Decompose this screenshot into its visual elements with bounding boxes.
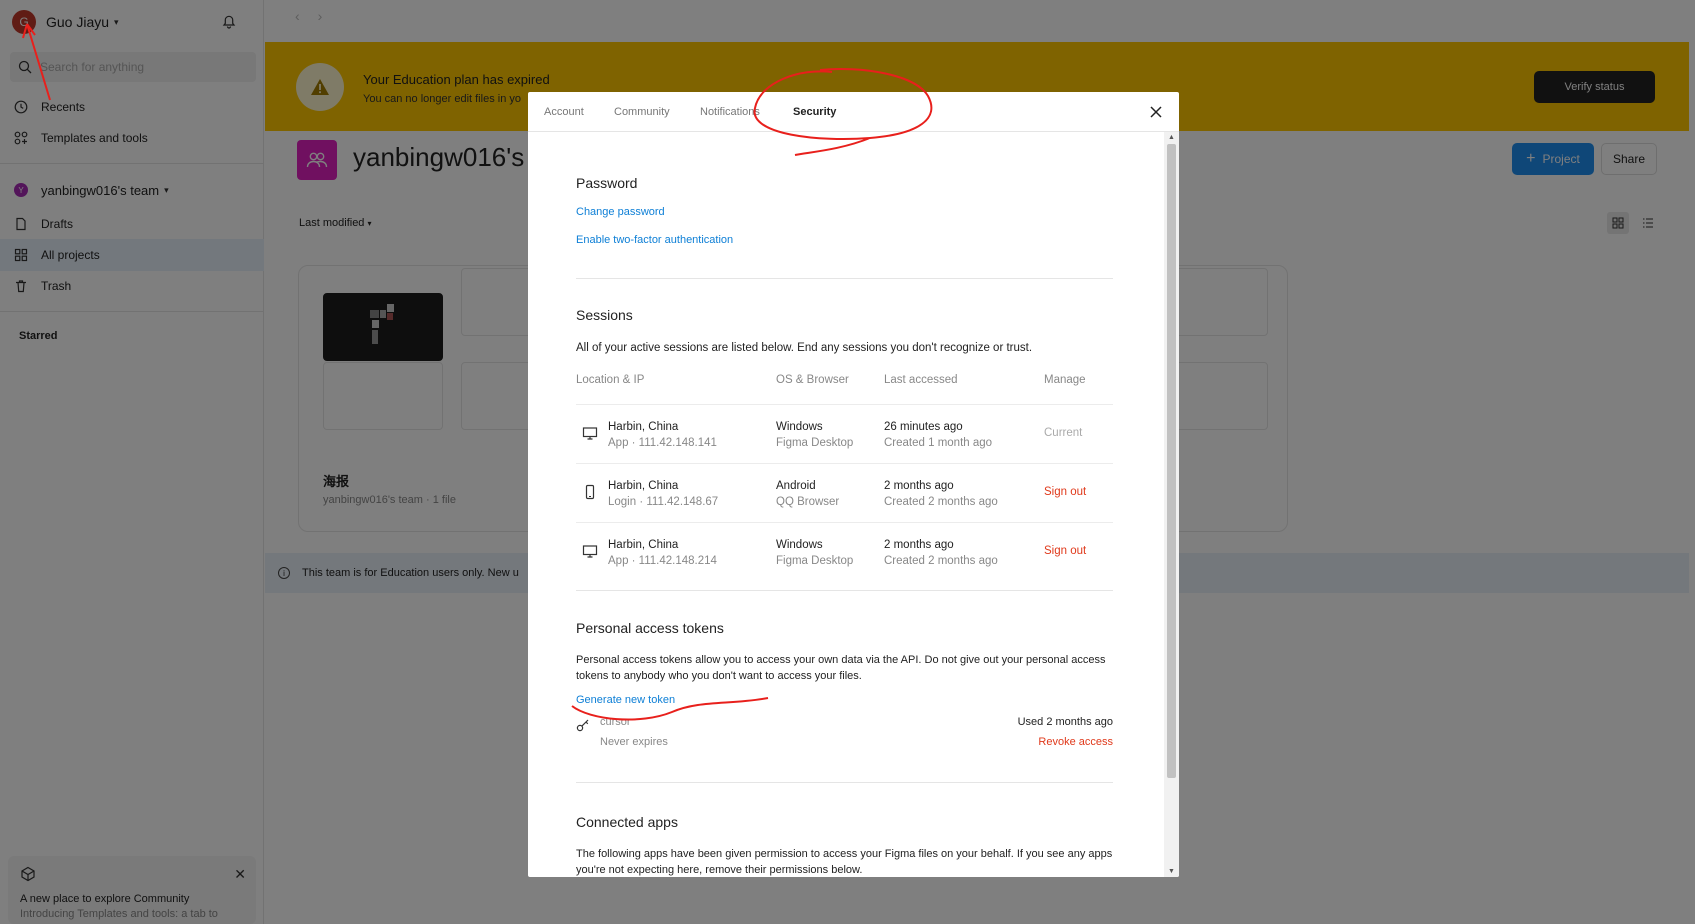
session-location: Harbin, China [608,480,679,492]
tab-community[interactable]: Community [614,106,670,118]
desktop-icon [582,427,598,440]
sign-out-link[interactable]: Sign out [1044,545,1086,557]
token-name: cursor [600,716,631,728]
column-header: Location & IP [576,374,645,386]
phone-icon [585,484,595,500]
session-browser: Figma Desktop [776,555,854,567]
session-last-accessed: 26 minutes ago [884,421,963,433]
settings-tabs: Account Community Notifications Security [528,92,1179,132]
tab-notifications[interactable]: Notifications [700,106,760,118]
session-created: Created 1 month ago [884,437,993,449]
tokens-heading: Personal access tokens [576,620,724,636]
connected-apps-description: The following apps have been given permi… [576,848,1113,876]
divider [576,782,1113,783]
session-created: Created 2 months ago [884,496,998,508]
session-browser: Figma Desktop [776,437,854,449]
column-header: Last accessed [884,374,958,386]
sessions-heading: Sessions [576,307,633,323]
session-location: Harbin, China [608,539,679,551]
desktop-icon [582,545,598,558]
tokens-description: Personal access tokens allow you to acce… [576,654,1106,682]
column-header: Manage [1044,374,1086,386]
enable-2fa-link[interactable]: Enable two-factor authentication [576,234,733,246]
password-heading: Password [576,175,638,191]
sessions-description: All of your active sessions are listed b… [576,342,1033,354]
scroll-down-icon[interactable]: ▼ [1168,868,1175,875]
session-row: Harbin, China App · 111.42.148.214 Window… [576,522,1113,581]
session-ip: App · 111.42.148.214 [608,555,717,567]
change-password-link[interactable]: Change password [576,206,665,218]
session-os: Android [776,480,816,492]
settings-modal: Account Community Notifications Security… [528,92,1179,877]
divider [576,278,1113,279]
session-browser: QQ Browser [776,496,840,508]
session-os: Windows [776,539,823,551]
tab-security[interactable]: Security [793,106,836,118]
revoke-access-link[interactable]: Revoke access [1038,736,1113,748]
session-row: Harbin, China App · 111.42.148.141 Window… [576,404,1113,463]
session-last-accessed: 2 months ago [884,539,954,551]
session-location: Harbin, China [608,421,679,433]
scrollbar[interactable]: ▲ ▼ [1164,132,1179,877]
key-icon [576,719,589,732]
current-session-label: Current [1044,427,1083,439]
token-last-used: Used 2 months ago [1017,716,1113,728]
close-icon[interactable] [1147,103,1165,121]
generate-token-link[interactable]: Generate new token [576,694,675,706]
session-last-accessed: 2 months ago [884,480,954,492]
session-ip: Login · 111.42.148.67 [608,496,719,508]
column-header: OS & Browser [776,374,849,386]
session-os: Windows [776,421,823,433]
tab-account[interactable]: Account [544,106,584,118]
session-ip: App · 111.42.148.141 [608,437,717,449]
divider [576,590,1113,591]
token-expiry: Never expires [600,736,668,748]
scroll-up-icon[interactable]: ▲ [1168,134,1175,141]
scroll-thumb[interactable] [1167,144,1176,778]
session-row: Harbin, China Login · 111.42.148.67 Andro… [576,463,1113,522]
session-created: Created 2 months ago [884,555,998,567]
sign-out-link[interactable]: Sign out [1044,486,1086,498]
connected-apps-heading: Connected apps [576,814,678,830]
